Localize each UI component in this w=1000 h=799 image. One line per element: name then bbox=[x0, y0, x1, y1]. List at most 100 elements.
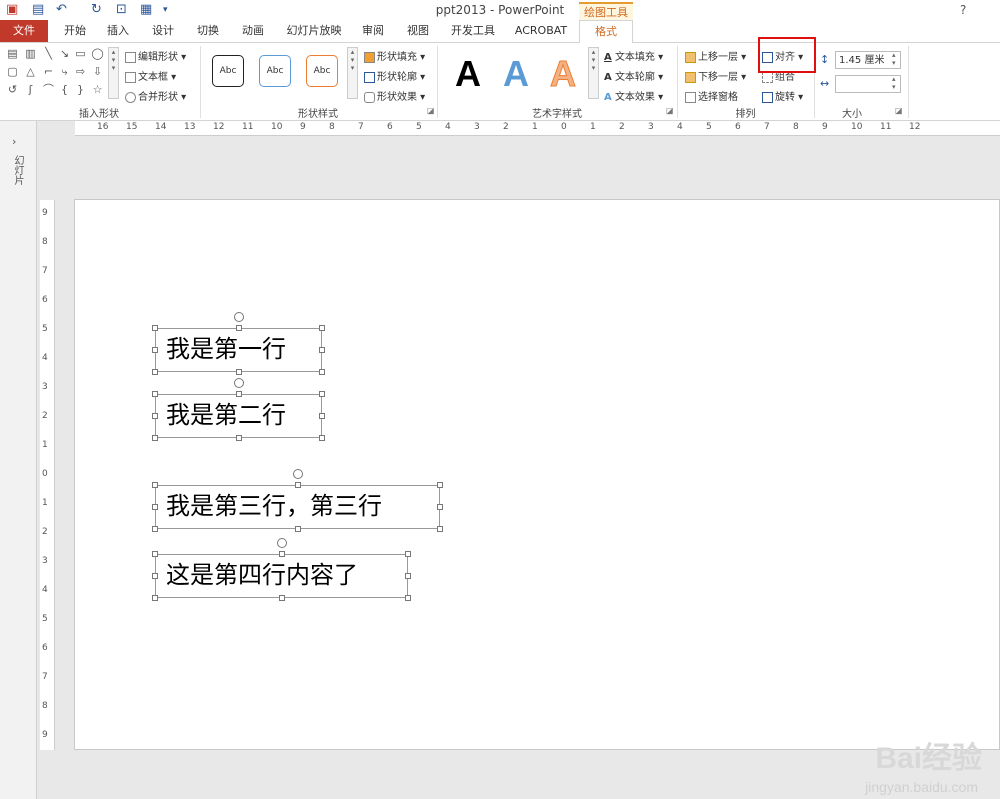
tab-developer[interactable]: 开发工具 bbox=[448, 20, 498, 42]
star-shape-icon[interactable]: ☆ bbox=[91, 84, 104, 95]
rectangle-shape-icon[interactable]: ▭ bbox=[74, 48, 87, 59]
text-box-button[interactable]: 文本框 ▾ bbox=[125, 68, 176, 83]
tab-acrobat[interactable]: ACROBAT bbox=[512, 20, 570, 42]
resize-handle[interactable] bbox=[294, 526, 301, 532]
textbox-line-1[interactable]: 我是第一行 bbox=[155, 328, 322, 372]
shape-outline-button[interactable]: 形状轮廓 ▾ bbox=[364, 68, 425, 83]
curve-shape-icon[interactable]: ↺ bbox=[6, 84, 19, 95]
resize-handle[interactable] bbox=[437, 482, 443, 488]
resize-handle[interactable] bbox=[319, 391, 325, 397]
tab-insert[interactable]: 插入 bbox=[103, 20, 133, 42]
tab-file[interactable]: 文件 bbox=[0, 20, 48, 42]
resize-handle[interactable] bbox=[152, 595, 158, 601]
resize-handle[interactable] bbox=[235, 391, 242, 397]
help-button[interactable]: ? bbox=[960, 3, 966, 17]
oval-shape-icon[interactable]: ◯ bbox=[91, 48, 104, 59]
resize-handle[interactable] bbox=[152, 526, 158, 532]
left-brace-shape-icon[interactable]: { bbox=[58, 84, 71, 95]
vertical-textbox-shape-icon[interactable]: ▥ bbox=[24, 48, 37, 59]
resize-handle[interactable] bbox=[152, 325, 158, 331]
text-effects-button[interactable]: A 文本效果 ▾ bbox=[604, 88, 663, 103]
resize-handle[interactable] bbox=[152, 551, 158, 557]
resize-handle[interactable] bbox=[152, 573, 158, 579]
merge-shapes-button[interactable]: 合并形状 ▾ bbox=[125, 88, 186, 103]
resize-handle[interactable] bbox=[405, 573, 411, 579]
shape-fill-button[interactable]: 形状填充 ▾ bbox=[364, 48, 425, 63]
shape-style-preset-orange[interactable]: Abc bbox=[306, 55, 338, 87]
resize-handle[interactable] bbox=[278, 595, 285, 601]
resize-handle[interactable] bbox=[319, 369, 325, 375]
right-arrow-shape-icon[interactable]: ⇨ bbox=[74, 66, 87, 77]
resize-handle[interactable] bbox=[152, 504, 158, 510]
resize-handle[interactable] bbox=[152, 391, 158, 397]
shape-style-gallery-scroll[interactable]: ▴ ▾ ▾ bbox=[347, 47, 358, 99]
textbox-shape-icon[interactable]: ▤ bbox=[6, 48, 19, 59]
height-spinner[interactable]: ▴ ▾ bbox=[892, 51, 896, 67]
textbox-line-4[interactable]: 这是第四行内容了 bbox=[155, 554, 408, 598]
rotate-handle-icon[interactable] bbox=[276, 538, 287, 548]
triangle-shape-icon[interactable]: △ bbox=[24, 66, 37, 77]
right-brace-shape-icon[interactable]: } bbox=[74, 84, 87, 95]
resize-handle[interactable] bbox=[437, 526, 443, 532]
rounded-rect-shape-icon[interactable]: ▢ bbox=[6, 66, 19, 77]
wordart-style-black[interactable]: A bbox=[455, 53, 481, 95]
elbow-connector-shape-icon[interactable]: ⌐ bbox=[42, 66, 55, 77]
rotate-handle-icon[interactable] bbox=[233, 312, 244, 322]
arc-shape-icon[interactable]: ⌒ bbox=[42, 84, 55, 95]
resize-handle[interactable] bbox=[319, 413, 325, 419]
arrow-line-shape-icon[interactable]: ↘ bbox=[58, 48, 71, 59]
expand-panel-icon[interactable]: › bbox=[12, 135, 16, 148]
shape-effects-button[interactable]: 形状效果 ▾ bbox=[364, 88, 425, 103]
text-fill-button[interactable]: A 文本填充 ▾ bbox=[604, 48, 663, 63]
send-backward-button[interactable]: 下移一层 ▾ bbox=[685, 68, 746, 83]
resize-handle[interactable] bbox=[235, 325, 242, 331]
resize-handle[interactable] bbox=[152, 482, 158, 488]
shape-style-preset-black[interactable]: Abc bbox=[212, 55, 244, 87]
bring-forward-button[interactable]: 上移一层 ▾ bbox=[685, 48, 746, 63]
shape-style-preset-blue[interactable]: Abc bbox=[259, 55, 291, 87]
rotate-button[interactable]: 旋转 ▾ bbox=[762, 88, 803, 103]
text-outline-button[interactable]: A 文本轮廓 ▾ bbox=[604, 68, 663, 83]
shape-gallery-scroll[interactable]: ▴ ▾ ▾ bbox=[108, 47, 119, 99]
resize-handle[interactable] bbox=[235, 369, 242, 375]
resize-handle[interactable] bbox=[319, 435, 325, 441]
slide-canvas[interactable]: 我是第一行 我是第二行 我是第三行，第三行 这是第四行内容了 bbox=[74, 199, 1000, 750]
tab-animations[interactable]: 动画 bbox=[238, 20, 268, 42]
tab-slideshow[interactable]: 幻灯片放映 bbox=[284, 20, 344, 42]
wordart-launcher-icon[interactable]: ◪ bbox=[666, 106, 674, 115]
resize-handle[interactable] bbox=[319, 347, 325, 353]
selection-pane-button[interactable]: 选择窗格 bbox=[685, 88, 738, 103]
textbox-line-3[interactable]: 我是第三行，第三行 bbox=[155, 485, 440, 529]
wordart-gallery-scroll[interactable]: ▴ ▾ ▾ bbox=[588, 47, 599, 99]
down-arrow-shape-icon[interactable]: ⇩ bbox=[91, 66, 104, 77]
resize-handle[interactable] bbox=[319, 325, 325, 331]
tab-transitions[interactable]: 切换 bbox=[193, 20, 223, 42]
size-launcher-icon[interactable]: ◪ bbox=[895, 106, 903, 115]
wordart-style-orange[interactable]: A bbox=[550, 53, 577, 95]
elbow-arrow-shape-icon[interactable]: ⤷ bbox=[58, 66, 71, 77]
freeform-shape-icon[interactable]: ʃ bbox=[24, 84, 37, 95]
tab-view[interactable]: 视图 bbox=[403, 20, 433, 42]
line-shape-icon[interactable]: ╲ bbox=[42, 48, 55, 59]
rotate-handle-icon[interactable] bbox=[292, 469, 303, 479]
resize-handle[interactable] bbox=[152, 369, 158, 375]
resize-handle[interactable] bbox=[278, 551, 285, 557]
resize-handle[interactable] bbox=[437, 504, 443, 510]
resize-handle[interactable] bbox=[152, 347, 158, 353]
resize-handle[interactable] bbox=[405, 551, 411, 557]
tab-review[interactable]: 审阅 bbox=[358, 20, 388, 42]
tab-format[interactable]: 格式 bbox=[579, 20, 633, 43]
width-spinner[interactable]: ▴ ▾ bbox=[892, 75, 896, 91]
resize-handle[interactable] bbox=[152, 435, 158, 441]
tab-home[interactable]: 开始 bbox=[60, 20, 90, 42]
textbox-line-2[interactable]: 我是第二行 bbox=[155, 394, 322, 438]
resize-handle[interactable] bbox=[294, 482, 301, 488]
tab-design[interactable]: 设计 bbox=[148, 20, 178, 42]
rotate-handle-icon[interactable] bbox=[233, 378, 244, 388]
edit-shape-button[interactable]: 编辑形状 ▾ bbox=[125, 48, 186, 63]
resize-handle[interactable] bbox=[235, 435, 242, 441]
resize-handle[interactable] bbox=[405, 595, 411, 601]
resize-handle[interactable] bbox=[152, 413, 158, 419]
shape-styles-launcher-icon[interactable]: ◪ bbox=[427, 106, 435, 115]
wordart-style-blue[interactable]: A bbox=[503, 53, 529, 95]
